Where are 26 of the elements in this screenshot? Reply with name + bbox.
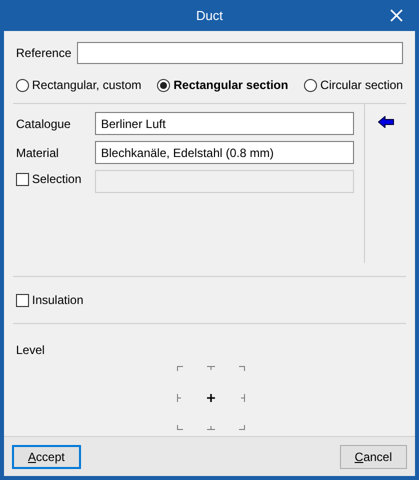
radio-button[interactable] — [16, 78, 29, 92]
checkbox[interactable] — [16, 294, 29, 306]
anchor-mark-icon[interactable] — [177, 422, 185, 430]
selection-label: Selection — [32, 171, 82, 188]
plus-icon[interactable] — [207, 393, 215, 403]
radio-label: Rectangular section — [173, 77, 288, 94]
catalogue-label: Catalogue — [16, 116, 72, 132]
material-field[interactable]: Blechkanäle, Edelstahl (0.8 mm) — [95, 141, 354, 164]
window-title: Duct — [196, 6, 223, 25]
anchor-mark-icon[interactable] — [237, 422, 245, 430]
reference-label: Reference — [16, 45, 72, 62]
catalogue-field[interactable]: Berliner Luft — [95, 112, 354, 135]
insulation-label: Insulation — [32, 292, 84, 309]
level-label: Level — [15, 342, 46, 359]
left-arrow-icon[interactable] — [378, 116, 394, 128]
accept-button[interactable]: Accept — [12, 444, 81, 468]
radio-label: Circular section — [320, 77, 403, 94]
radio-label: Rectangular, custom — [32, 77, 142, 94]
radio-button[interactable] — [304, 78, 318, 92]
anchor-mark-icon[interactable] — [177, 366, 185, 374]
material-label: Material — [16, 144, 60, 162]
cancel-button[interactable]: Cancel — [340, 444, 407, 468]
anchor-mark-icon[interactable] — [237, 366, 245, 374]
radio-button[interactable] — [157, 78, 170, 92]
close-icon[interactable] — [390, 9, 403, 22]
reference-field[interactable] — [77, 42, 403, 64]
